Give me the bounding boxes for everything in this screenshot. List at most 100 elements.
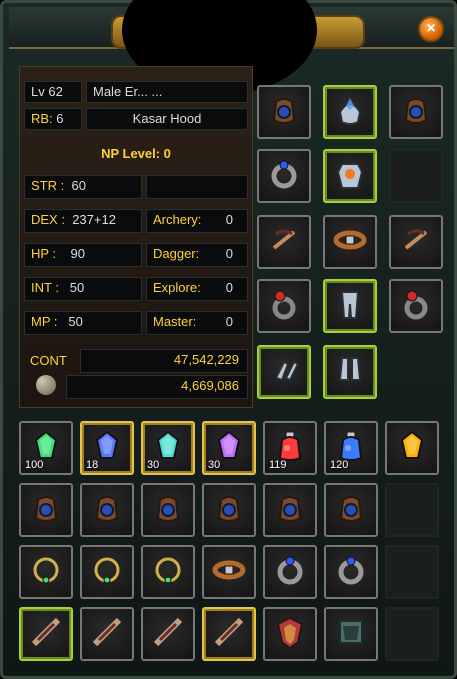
blank-row [146,175,248,199]
inv-weapon-3[interactable] [141,607,195,661]
weapon-icon [28,614,64,654]
stack-count: 119 [269,459,287,471]
stone-icon [333,614,369,654]
hood-text: Kasar Hood [132,111,202,126]
shield-icon [272,614,308,654]
mp-label: MP : [31,314,58,329]
master-value: 0 [225,314,233,329]
equip-armor[interactable] [323,149,377,203]
inv-weapon-2[interactable] [80,607,134,661]
np-level: NP Level: 0 [101,146,171,161]
dagger-row: Dagger: 0 [146,243,248,267]
inv-blue-gem[interactable]: 18 [80,421,134,475]
pouch-icon [150,490,186,530]
gold-value: 4,669,086 [181,378,239,393]
belt-icon [211,552,247,592]
archery-label: Archery: [153,212,202,227]
stack-count: 30 [208,459,221,471]
empty-icon [398,156,434,196]
rb-value: 6 [56,111,64,126]
inv-belt-ring[interactable] [202,545,256,599]
equip-ring-left[interactable] [257,149,311,203]
explore-value: 0 [225,280,233,295]
inv-red-potion[interactable]: 119 [263,421,317,475]
armor-icon [332,156,368,196]
stack-count: 30 [147,459,160,471]
pouch-icon [266,92,302,132]
level-box: Lv 62 [24,81,82,103]
ring-icon [266,156,302,196]
level-text: Lv 62 [31,84,63,99]
inv-stone[interactable] [324,607,378,661]
inv-purple-gem[interactable]: 30 [202,421,256,475]
equip-crossbow-left[interactable] [257,215,311,269]
dagger-value: 0 [225,246,233,261]
int-label: INT : [31,280,59,295]
pouch-icon [272,490,308,530]
equip-ring-red-right[interactable] [389,279,443,333]
inv-weapon-1[interactable] [19,607,73,661]
rb-box: RB: 6 [24,108,82,130]
close-icon: × [426,20,436,37]
dex-label: DEX : [31,212,65,227]
equip-helm[interactable] [323,85,377,139]
inventory-grid: 100 18 30 30 119 120 [19,421,447,666]
title-bar[interactable]: × [9,0,454,95]
equip-ring-red-left[interactable] [257,279,311,333]
cont-text: CONT [30,353,67,368]
stack-count: 18 [86,459,99,471]
inv-empty [385,483,439,537]
equip-empty-slot [389,149,443,203]
cont-value: 47,542,229 [173,352,239,367]
inv-necklace-green[interactable] [80,545,134,599]
necklace-icon [28,552,64,592]
inv-pouch[interactable] [141,483,195,537]
equip-pants[interactable] [323,279,377,333]
weapon-icon [150,614,186,654]
inv-pouch[interactable] [263,483,317,537]
inv-orange-gem[interactable] [385,421,439,475]
equipment-grid [255,83,445,403]
inv-blue-potion[interactable]: 120 [324,421,378,475]
helm-icon [332,92,368,132]
equip-boots[interactable] [323,345,377,399]
str-row: STR : 60 [24,175,142,199]
inv-pouch[interactable] [19,483,73,537]
archery-value: 0 [225,212,233,227]
inv-weapon-4[interactable] [202,607,256,661]
equip-crossbow-right[interactable] [389,215,443,269]
inv-ring-blue[interactable] [263,545,317,599]
explore-row: Explore: 0 [146,277,248,301]
inv-green-gem[interactable]: 100 [19,421,73,475]
race-class-text: Male Er... ... [93,84,163,99]
hp-label: HP : [31,246,57,261]
master-label: Master: [153,314,197,329]
inv-pouch[interactable] [324,483,378,537]
pouch-icon [89,490,125,530]
inv-shield[interactable] [263,607,317,661]
inv-necklace-orange[interactable] [19,545,73,599]
necklace-icon [150,552,186,592]
equip-neck-pouch-right[interactable] [389,85,443,139]
inv-pouch[interactable] [202,483,256,537]
crossbow-icon [266,222,302,262]
inv-necklace-green[interactable] [141,545,195,599]
boots-icon [332,352,368,392]
weapon-icon [89,614,125,654]
equip-neck-pouch-left[interactable] [257,85,311,139]
dex-value: 237+12 [72,212,116,227]
dagger-label: Dagger: [153,246,200,261]
inv-pouch[interactable] [80,483,134,537]
ring-icon [272,552,308,592]
equip-belt[interactable] [323,215,377,269]
explore-label: Explore: [153,280,201,295]
inv-ring-blue[interactable] [324,545,378,599]
pouch-icon [28,490,64,530]
mp-row: MP : 50 [24,311,142,335]
inv-teal-gem[interactable]: 30 [141,421,195,475]
close-button[interactable]: × [418,16,444,42]
empty-icon [394,490,430,530]
inv-empty [385,545,439,599]
hp-row: HP : 90 [24,243,142,267]
equip-gloves[interactable] [257,345,311,399]
